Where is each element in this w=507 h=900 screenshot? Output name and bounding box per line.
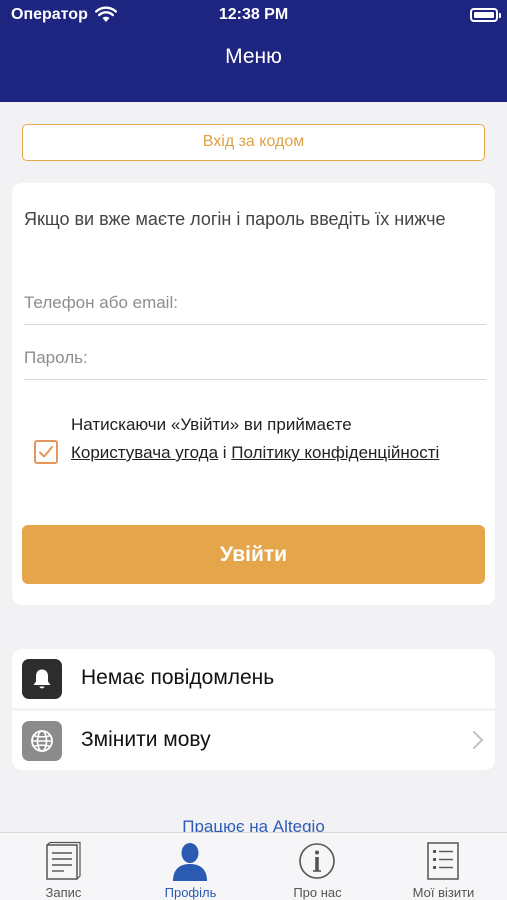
login-intro-text: Якщо ви вже маєте логін і пароль введіть… [24,209,446,229]
notifications-icon-tile [22,659,62,699]
consent-checkbox[interactable] [34,440,58,464]
notifications-label: Немає повідомлень [81,666,275,689]
password-placeholder: Пароль: [24,348,88,367]
notifications-row[interactable]: Немає повідомлень [12,649,495,708]
tab-profile-label: Профіль [164,885,217,900]
tab-booking-label: Запис [45,885,82,900]
list-icon [427,842,459,880]
tab-my-visits-label: Мої візити [412,885,475,900]
phone-email-placeholder: Телефон або email: [24,293,178,312]
tab-booking[interactable]: Запис [0,839,127,900]
change-language-label: Змінити мову [81,728,211,751]
tab-my-visits[interactable]: Мої візити [380,839,507,900]
status-bar: Оператор 12:38 PM [0,0,507,32]
language-icon-tile [22,721,62,761]
tab-about[interactable]: Про нас [254,839,381,900]
change-language-row[interactable]: Змінити мову [12,711,495,770]
header: Оператор 12:38 PM Меню [0,0,507,102]
consent-conjunction: і [222,443,227,462]
phone-email-field[interactable]: Телефон або email: [24,285,486,325]
tab-about-label: Про нас [293,885,342,900]
page-title: Меню [225,45,282,68]
bell-icon [33,669,51,689]
user-icon [173,843,207,881]
tab-profile[interactable]: Профіль [127,839,254,900]
password-field[interactable]: Пароль: [24,340,486,380]
login-button[interactable]: Увійти [22,525,485,584]
privacy-policy-link[interactable]: Політику конфіденційності [231,443,439,462]
code-login-button[interactable]: Вхід за кодом [22,124,485,161]
user-agreement-link[interactable]: Користувача угода [71,443,218,462]
status-time: 12:38 PM [218,6,289,23]
battery-icon [470,8,501,22]
document-icon [46,841,81,880]
globe-icon [31,730,53,752]
info-icon [299,843,335,879]
chevron-right-icon [472,730,484,750]
consent-prefix: Натискаючи «Увійти» ви приймаєте [71,415,352,434]
tab-bar: Запис Профіль Про нас Мої візити [0,832,507,900]
checkmark-icon [39,446,53,458]
login-card: Якщо ви вже маєте логін і пароль введіть… [12,183,495,605]
consent-text: Натискаючи «Увійти» ви приймаєте Користу… [71,411,481,467]
